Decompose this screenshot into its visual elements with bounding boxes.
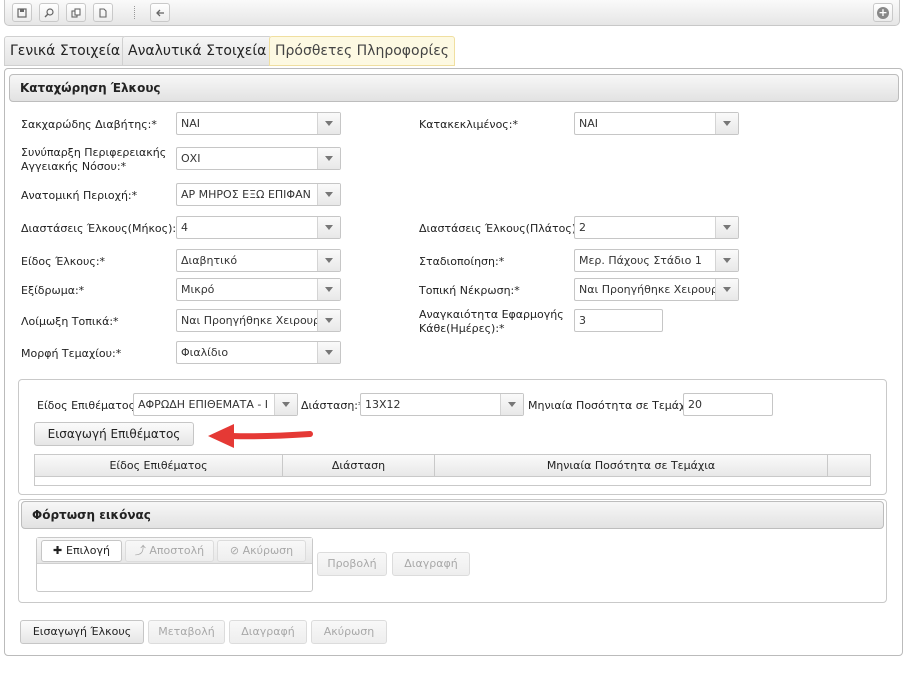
insert-dressing-button[interactable]: Εισαγωγή Επιθέματος (34, 422, 194, 446)
annotation-arrow (208, 424, 313, 448)
vascular-label: Συνύπαρξη Περιφερειακής Αγγειακής Νόσου:… (21, 146, 167, 173)
chevron-down-icon[interactable] (317, 310, 340, 331)
new-document-icon[interactable] (93, 3, 113, 22)
piece-form-select[interactable]: Φιαλίδιο (176, 341, 341, 364)
chevron-down-icon[interactable] (317, 217, 340, 238)
region-label: Ανατομική Περιοχή:* (21, 189, 138, 202)
grid-header-type[interactable]: Είδος Επιθέματος (35, 455, 283, 476)
grid-header-size[interactable]: Διάσταση (283, 455, 435, 476)
ulcer-type-label: Είδος Έλκους:* (21, 255, 106, 268)
monthly-qty-input[interactable]: 20 (683, 393, 773, 416)
view-image-button[interactable]: Προβολή (317, 552, 387, 576)
delete-image-button[interactable]: Διαγραφή (392, 552, 470, 576)
chevron-down-icon[interactable] (715, 217, 738, 238)
back-arrow-icon[interactable] (150, 3, 170, 22)
chevron-down-icon[interactable] (317, 148, 340, 169)
modify-button[interactable]: Μεταβολή (148, 620, 225, 644)
width-select[interactable]: 2 (574, 216, 739, 239)
cancel-button[interactable]: Ακύρωση (311, 620, 387, 644)
bedridden-select[interactable]: ΝΑΙ (574, 112, 739, 135)
ulcer-entry-header: Καταχώρηση Έλκους (9, 74, 899, 102)
chevron-down-icon[interactable] (317, 279, 340, 300)
save-icon[interactable] (12, 3, 32, 22)
tab-general[interactable]: Γενικά Στοιχεία (4, 36, 127, 66)
chevron-down-icon[interactable] (317, 184, 340, 205)
chevron-down-icon[interactable] (715, 113, 738, 134)
dressing-type-select[interactable]: ΑΦΡΩΔΗ ΕΠΙΘΕΜΑΤΑ - Ι (133, 393, 298, 416)
chevron-down-icon[interactable] (715, 250, 738, 271)
diabetic-select[interactable]: ΝΑΙ (176, 112, 341, 135)
dressing-size-label: Διάσταση:* (301, 399, 364, 412)
length-label: Διαστάσεις Έλκους(Μήκος):* (21, 222, 182, 235)
toolbar-separator (134, 6, 137, 19)
ulcer-type-select[interactable]: Διαβητικό (176, 249, 341, 272)
select-file-button[interactable]: ✚ Επιλογή (41, 540, 122, 562)
chevron-down-icon[interactable] (500, 394, 523, 415)
staging-select[interactable]: Μερ. Πάχους Στάδιο 1 (574, 249, 739, 272)
cancel-upload-button[interactable]: ⊘ Ακύρωση (217, 540, 306, 562)
width-label: Διαστάσεις Έλκους(Πλάτος):* (419, 222, 586, 235)
frequency-label: Αναγκαιότητα Εφαρμογής Κάθε(Ημέρες):* (419, 308, 564, 335)
dressing-type-label: Είδος Επιθέματος:* (37, 399, 145, 412)
plus-icon: ✚ (52, 544, 66, 557)
upload-header: Φόρτωση εικόνας (21, 501, 884, 529)
chevron-down-icon[interactable] (715, 279, 738, 300)
vascular-select[interactable]: ΟΧΙ (176, 147, 341, 170)
staging-label: Σταδιοποίηση:* (419, 255, 505, 268)
send-file-button[interactable]: ⤴ Αποστολή (125, 540, 214, 562)
delete-button[interactable]: Διαγραφή (229, 620, 307, 644)
insert-ulcer-button[interactable]: Εισαγωγή Έλκους (20, 620, 144, 644)
exudate-label: Εξίδρωμα:* (21, 284, 85, 297)
chevron-down-icon[interactable] (274, 394, 297, 415)
tab-additional-info[interactable]: Πρόσθετες Πληροφορίες (269, 36, 455, 66)
exudate-select[interactable]: Μικρό (176, 278, 341, 301)
toolbar: + (4, 0, 900, 26)
frequency-input[interactable]: 3 (574, 309, 663, 332)
diabetic-label: Σακχαρώδης Διαβήτης:* (21, 118, 157, 131)
search-icon[interactable] (39, 3, 59, 22)
add-icon[interactable]: + (873, 3, 893, 22)
necrosis-select[interactable]: Ναι Προηγήθηκε Χειρουρ (574, 278, 739, 301)
monthly-qty-label: Μηνιαία Ποσότητα σε Τεμάχια:* (528, 399, 706, 412)
infection-label: Λοίμωξη Τοπικά:* (21, 315, 119, 328)
necrosis-label: Τοπική Νέκρωση:* (419, 284, 520, 297)
region-select[interactable]: ΑΡ ΜΗΡΟΣ ΕΞΩ ΕΠΙΦΑΝ (176, 183, 341, 206)
tab-detailed[interactable]: Αναλυτικά Στοιχεία (122, 36, 273, 66)
dressing-grid-body (34, 477, 871, 486)
bedridden-label: Κατακεκλιμένος:* (419, 118, 518, 131)
infection-select[interactable]: Ναι Προηγήθηκε Χειρουρ (176, 309, 341, 332)
cancel-icon: ⊘ (229, 544, 243, 557)
piece-form-label: Μορφή Τεμαχίου:* (21, 347, 122, 360)
dressing-size-select[interactable]: 13Χ12 (360, 393, 524, 416)
copy-icon[interactable] (66, 3, 86, 22)
chevron-down-icon[interactable] (317, 342, 340, 363)
grid-header-qty[interactable]: Μηνιαία Ποσότητα σε Τεμάχια (435, 455, 828, 476)
upload-icon: ⤴ (134, 544, 150, 557)
chevron-down-icon[interactable] (317, 113, 340, 134)
chevron-down-icon[interactable] (317, 250, 340, 271)
length-select[interactable]: 4 (176, 216, 341, 239)
dressing-grid-header: Είδος Επιθέματος Διάσταση Μηνιαία Ποσότη… (34, 454, 871, 477)
